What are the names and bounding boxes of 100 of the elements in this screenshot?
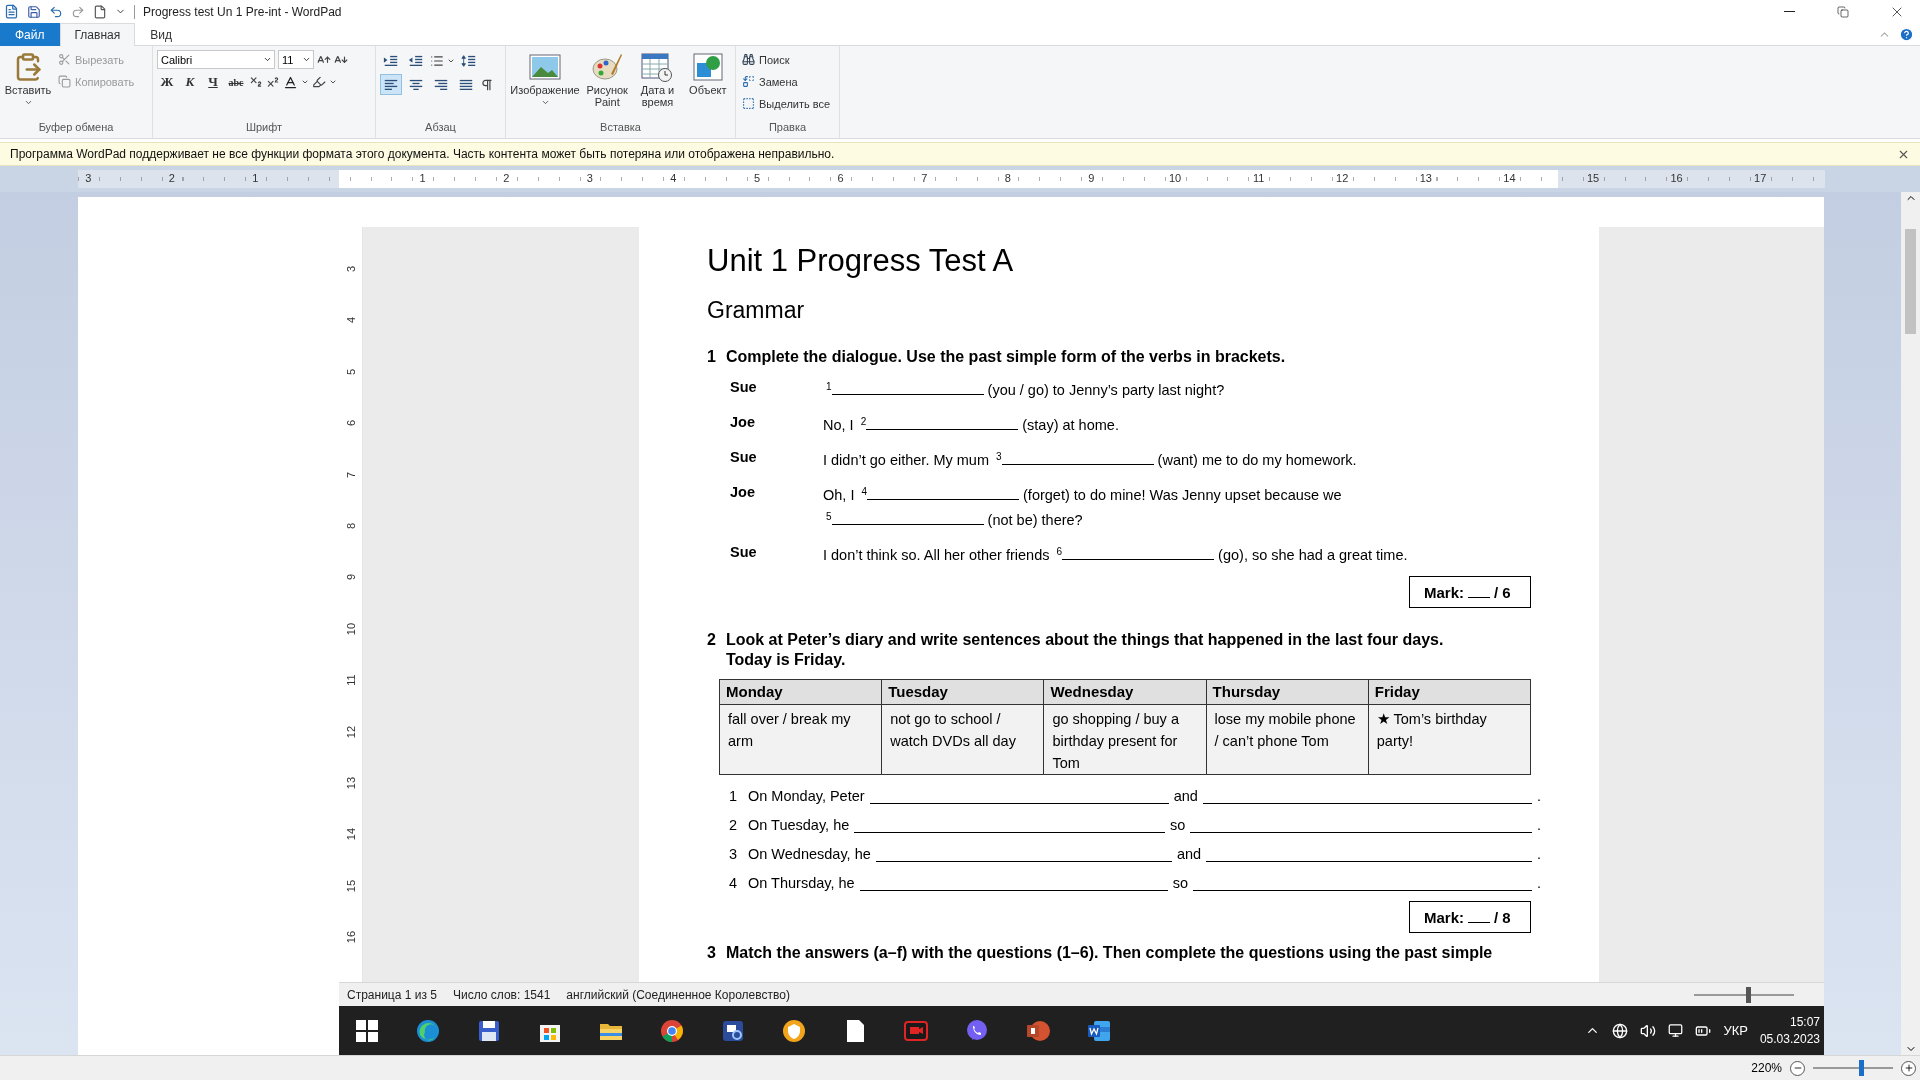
speaker-name: Joe [730,413,755,432]
zoom-in-button[interactable] [1901,1060,1916,1076]
insert-button[interactable]: Рисунок Paint [584,50,631,121]
ruler-number: 10 [345,621,357,637]
zoom-level: 220% [1751,1061,1782,1075]
word-count: Число слов: 1541 [452,987,551,1002]
align-button[interactable] [380,74,402,95]
sentence-end: . [1536,846,1541,862]
exercise-number: 2 [707,630,716,650]
monitor-icon[interactable] [1668,1023,1684,1038]
ruler-number: 8 [1004,172,1011,184]
ribbon-tab[interactable]: Файл [0,23,60,46]
ruler-number: 11 [345,673,357,688]
group-label: Шрифт [244,121,284,135]
sentence-number: 4 [729,875,739,891]
ribbon-tab[interactable]: Главная [59,23,136,46]
dialogue-text: (not be) there? [987,512,1083,528]
sentence-start: On Thursday, he [748,875,855,891]
edit-button[interactable]: Замена [740,72,833,91]
slider-thumb[interactable] [1745,986,1751,1003]
sentence-joiner: and [1176,846,1202,862]
sentence-joiner: and [1173,788,1198,804]
sentence-end: . [1536,788,1541,804]
paragraph-icon[interactable] [480,77,494,92]
save-icon[interactable] [27,4,41,19]
ruler-number: 2 [168,172,175,184]
column-header: Wednesday [1043,679,1207,705]
underline-button[interactable]: Ч [203,72,223,92]
ruler-number: 12 [1336,172,1349,184]
shield-icon[interactable] [781,1017,807,1044]
insert-button[interactable]: Дата и время [634,50,681,121]
replace-icon [742,75,755,88]
copy-icon [58,75,71,88]
caret-icon[interactable] [329,78,337,86]
edit-button[interactable]: Выделить все [740,94,833,113]
windows-icon[interactable] [354,1017,380,1044]
highlighter-icon[interactable] [312,75,326,89]
paste-button[interactable]: Вставить [4,50,52,121]
gap-number: 5 [826,511,832,522]
column-header: Tuesday [881,679,1044,705]
landscape-icon [529,52,561,82]
italic-button[interactable]: К [180,72,200,92]
caret-icon[interactable] [301,78,309,86]
help-icon[interactable] [1899,26,1914,42]
table-cell: ★ Tom’s birthday party! [1368,704,1531,775]
align-center-icon [408,77,424,92]
strike-button[interactable]: abc [226,72,246,92]
exercise-instruction: Match the answers (a–f) with the questions (1–6). Then complete the questions using the past simple [725,943,1493,963]
keyboard-language: УКР [1723,1023,1748,1038]
speaker-icon[interactable] [1640,1022,1657,1039]
font-size-dropdown[interactable]: 11 [278,50,314,69]
sentence-end: . [1536,817,1541,833]
dialogue-text: Oh, I [823,487,856,503]
table-cell: not go to school / watch DVDs all day [881,704,1044,775]
ruler-number: 14 [1503,172,1516,184]
redo-icon[interactable] [71,4,85,19]
ruler-number: 13 [345,775,357,792]
line-spacing-icon [461,53,477,68]
globe-icon[interactable] [1612,1022,1629,1039]
ruler-number: 1 [252,172,259,184]
font-name-dropdown[interactable]: Calibri [157,50,275,69]
browser-icon[interactable] [659,1017,685,1044]
ruler-number: 15 [345,878,357,894]
sentence-start: On Monday, Peter [748,788,865,804]
superscript-icon[interactable] [266,75,280,89]
ribbon-tab[interactable]: Вид [135,23,187,46]
insert-button[interactable]: Изображение [510,50,580,121]
document-icon [4,4,19,19]
zoom-out-button[interactable] [1790,1060,1805,1076]
group-label: Буфер обмена [37,121,115,135]
subscript-icon[interactable] [249,75,263,89]
browser-icon[interactable] [415,1017,441,1044]
dialogue-text: No, I [823,417,855,433]
new-file-icon[interactable] [93,4,107,19]
table-cell: lose my mobile phone / can’t phone Tom [1206,704,1369,775]
dialogue-text: (go), so she had a great time. [1218,547,1408,563]
shapes-icon [691,52,724,82]
caret-icon [302,55,311,64]
bold-button[interactable]: Ж [157,72,177,92]
caret-icon [263,55,272,64]
sentence-joiner: so [1169,817,1186,833]
section-title: Grammar [707,296,805,325]
undo-icon[interactable] [49,4,63,19]
column-header: Thursday [1206,679,1369,705]
dialogue-text: (want) me to do my homework. [1157,452,1357,468]
edit-button[interactable]: Поиск [740,50,833,69]
column-header: Friday [1368,679,1531,705]
document-title: Unit 1 Progress Test A [707,242,1014,280]
ruler-number: 3 [586,172,593,184]
slider-thumb[interactable] [1858,1060,1864,1076]
scrollbar-thumb[interactable] [1905,229,1916,334]
group-label: Абзац [424,121,457,135]
window-title: Progress test Un 1 Pre-int - WordPad [134,4,342,19]
dialogue-text: I don’t think so. All her other friends [823,547,1051,563]
language: английский (Соединенное Королевство) [566,987,790,1002]
font-color-icon[interactable] [283,74,298,90]
binoculars-icon [742,53,755,66]
insert-button[interactable]: Объект [684,50,731,121]
clock[interactable]: 15:07 05.03.2023 [1759,1013,1820,1048]
list-icon[interactable] [430,53,444,68]
